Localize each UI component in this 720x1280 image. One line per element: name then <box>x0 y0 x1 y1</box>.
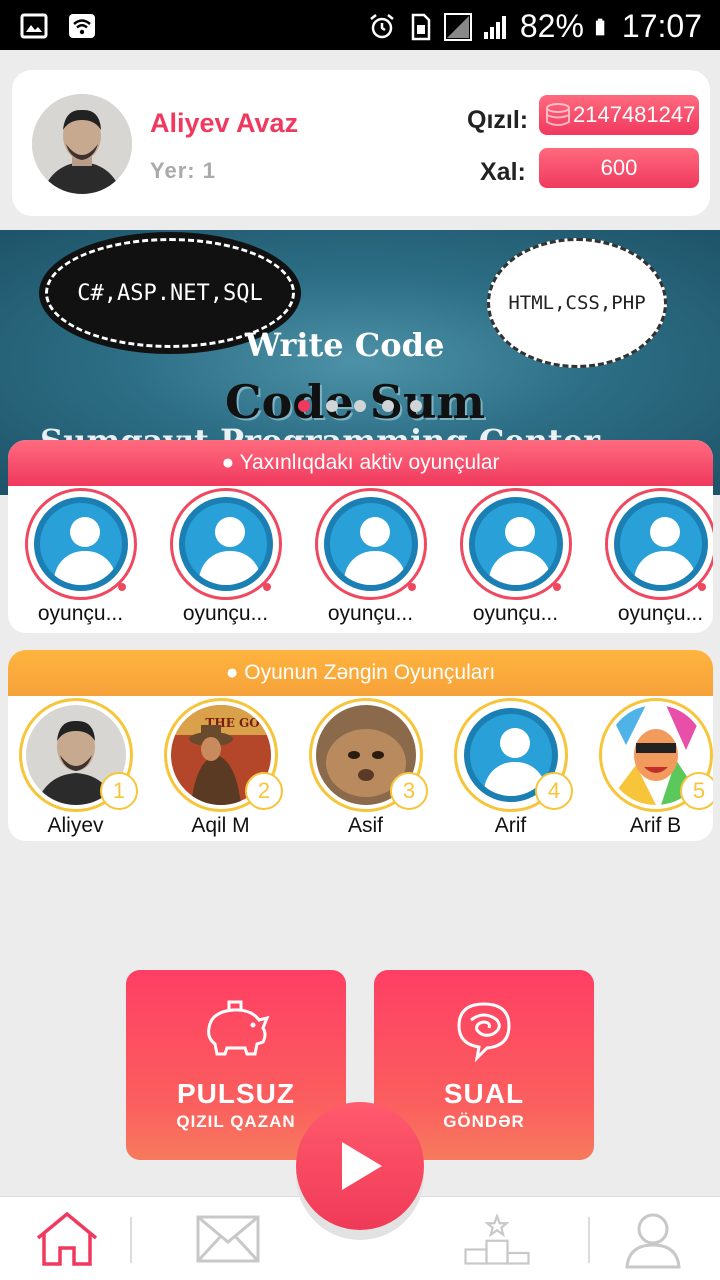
piggy-bank-icon <box>207 1000 270 1056</box>
rich-player[interactable]: 5 Arif B <box>583 696 713 838</box>
rich-players-section: ● Oyunun Zəngin Oyunçuları 1 Aliyev THE … <box>8 650 713 841</box>
banner-bubble-right: HTML,CSS,PHP <box>487 238 667 368</box>
active-player[interactable]: oyunçu... <box>153 486 298 626</box>
active-player[interactable]: oyunçu... <box>298 486 443 626</box>
avatar[interactable] <box>32 94 132 194</box>
gold-value[interactable]: 2147481247 <box>539 95 699 135</box>
rich-player[interactable]: 1 Aliyev <box>8 696 148 838</box>
player-name: Aqil M <box>191 814 250 837</box>
mail-icon <box>196 1215 260 1263</box>
carousel-dot[interactable] <box>326 400 338 412</box>
podium-icon <box>464 1213 530 1265</box>
send-question-title: SUAL <box>443 1078 525 1109</box>
player-name: Arif B <box>629 814 682 837</box>
default-avatar-icon <box>468 497 563 591</box>
banner-title: Write Code <box>245 326 445 364</box>
rich-player[interactable]: THE GOOD 2 Aqil M <box>148 696 293 838</box>
question-bubble-icon <box>457 1002 511 1062</box>
carousel-dot[interactable] <box>298 400 310 412</box>
wifi-icon <box>69 14 95 38</box>
signal-icon-2 <box>483 15 506 39</box>
player-name: Arif <box>494 814 527 837</box>
active-players-section: ● Yaxınlıqdakı aktiv oyunçular oyunçu...… <box>8 440 713 633</box>
nav-leaderboard[interactable] <box>462 1207 532 1271</box>
player-name: oyunçu... <box>617 602 704 625</box>
coins-icon <box>546 103 570 126</box>
player-name: oyunçu... <box>37 602 124 625</box>
nav-profile[interactable] <box>618 1207 688 1271</box>
online-indicator <box>697 583 706 591</box>
default-avatar-icon <box>613 497 708 591</box>
play-button[interactable] <box>296 1102 424 1230</box>
carousel-dot[interactable] <box>354 400 366 412</box>
default-avatar-icon <box>323 497 418 591</box>
signal-icon-1 <box>443 12 472 41</box>
user-rank: Yer: 1 <box>150 158 216 183</box>
rank-badge: 5 <box>680 772 713 810</box>
free-gold-subtitle: QIZIL QAZAN <box>176 1112 296 1131</box>
active-player[interactable]: oyunçu... <box>8 486 153 626</box>
rich-players-title: ● Oyunun Zəngin Oyunçuları <box>8 650 713 696</box>
battery-icon <box>595 18 605 35</box>
image-icon <box>20 13 48 39</box>
player-name: Aliyev <box>47 814 104 837</box>
nav-home[interactable] <box>32 1207 102 1271</box>
player-name: oyunçu... <box>472 602 559 625</box>
carousel-dots[interactable] <box>298 400 422 412</box>
score-label: Xal: <box>480 158 526 186</box>
online-indicator <box>262 583 271 591</box>
active-player[interactable]: oyunçu... <box>588 486 713 626</box>
nav-messages[interactable] <box>193 1207 263 1271</box>
status-bar: 82% 17:07 <box>0 0 720 50</box>
active-players-row: oyunçu... oyunçu... oyunçu... oyunçu... oyun… <box>8 486 713 626</box>
user-name: Aliyev Avaz <box>150 108 299 138</box>
send-question-subtitle: GÖNDƏR <box>443 1112 525 1131</box>
rank-badge: 3 <box>390 772 428 810</box>
player-name: oyunçu... <box>327 602 414 625</box>
carousel-dot[interactable] <box>410 400 422 412</box>
rank-badge: 2 <box>245 772 283 810</box>
active-players-title: ● Yaxınlıqdakı aktiv oyunçular <box>8 440 713 486</box>
rich-player[interactable]: 4 Arif <box>438 696 583 838</box>
online-indicator <box>117 583 126 591</box>
rich-player[interactable]: 3 Asif <box>293 696 438 838</box>
avatar-photo <box>32 94 132 194</box>
player-name: Asif <box>347 814 383 837</box>
alarm-icon <box>370 13 394 38</box>
user-icon <box>625 1213 681 1269</box>
player-name: oyunçu... <box>182 602 269 625</box>
home-icon <box>36 1211 98 1266</box>
default-avatar-icon <box>33 497 128 591</box>
carousel-dot[interactable] <box>382 400 394 412</box>
online-indicator <box>407 583 416 591</box>
free-gold-title: PULSUZ <box>177 1078 295 1109</box>
rank-badge: 4 <box>535 772 573 810</box>
sim-icon <box>411 13 431 40</box>
gold-amount: 2147481247 <box>573 102 696 127</box>
battery-percent: 82% <box>519 8 584 44</box>
default-avatar-icon <box>178 497 273 591</box>
score-value[interactable]: 600 <box>539 148 699 188</box>
profile-card[interactable]: Aliyev Avaz Yer: 1 Qızıl: Xal: 214748124… <box>12 70 710 216</box>
online-indicator <box>552 583 561 591</box>
clock: 17:07 <box>621 8 702 44</box>
play-icon <box>342 1142 382 1190</box>
active-player[interactable]: oyunçu... <box>443 486 588 626</box>
rank-badge: 1 <box>100 772 138 810</box>
gold-label: Qızıl: <box>467 106 529 134</box>
